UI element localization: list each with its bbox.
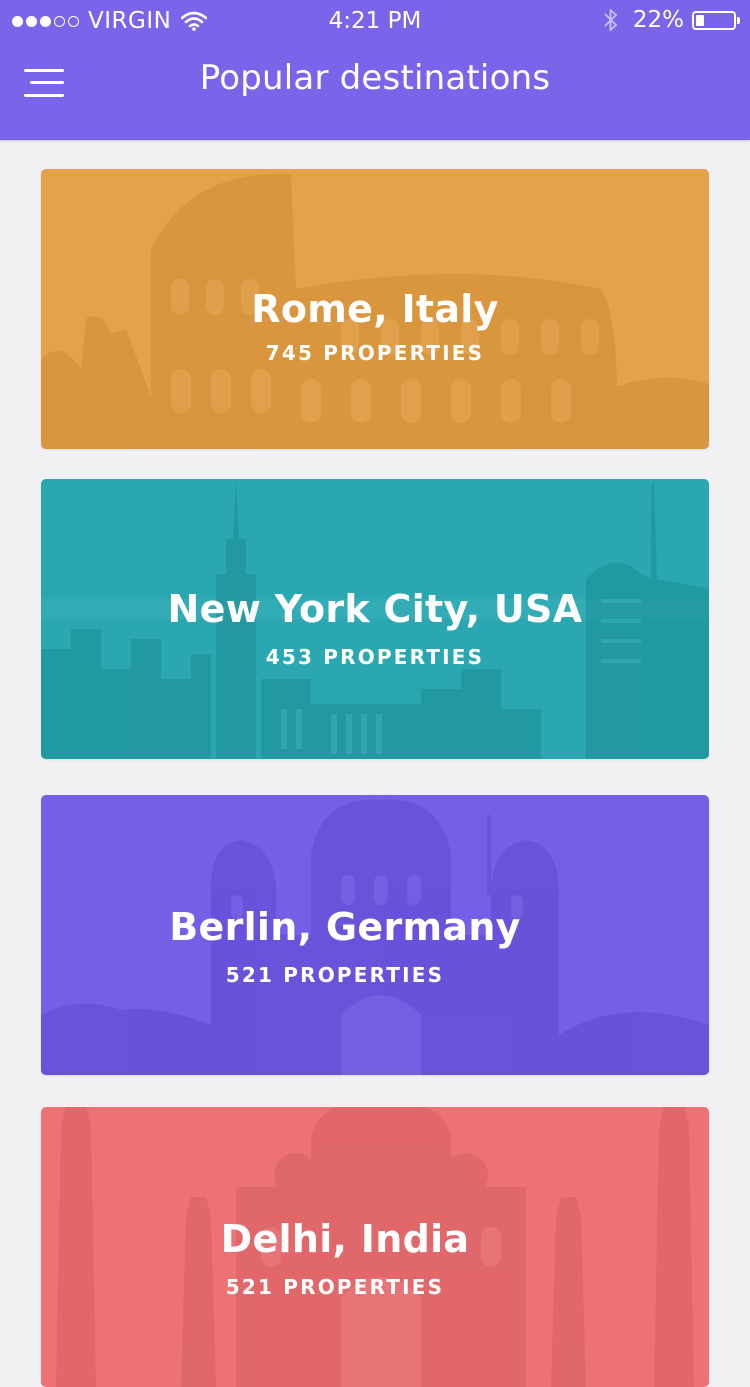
battery-level (696, 14, 704, 26)
destination-name: New York City, USA (167, 587, 583, 631)
destination-card-rome[interactable]: Rome, Italy 745 PROPERTIES (41, 169, 709, 449)
property-count: 745 PROPERTIES (265, 341, 485, 365)
battery-icon (692, 10, 740, 30)
destination-info: New York City, USA 453 PROPERTIES (41, 587, 709, 669)
destination-card-new-york[interactable]: New York City, USA 453 PROPERTIES (41, 479, 709, 759)
destination-card-delhi[interactable]: Delhi, India 521 PROPERTIES (41, 1107, 709, 1387)
property-count: 521 PROPERTIES (225, 963, 445, 987)
status-bar: VIRGIN 4:21 PM 22% (0, 0, 750, 44)
property-count: 453 PROPERTIES (265, 645, 485, 669)
destination-info: Rome, Italy 745 PROPERTIES (41, 287, 709, 365)
battery-percentage: 22% (632, 7, 684, 33)
app-header: VIRGIN 4:21 PM 22% Popular destinations (0, 0, 750, 140)
page-title: Popular destinations (199, 58, 551, 98)
status-bar-right: 22% (603, 7, 740, 33)
property-count: 521 PROPERTIES (225, 1275, 445, 1299)
bluetooth-icon (604, 9, 617, 31)
destination-info: Delhi, India 521 PROPERTIES (41, 1217, 709, 1299)
destination-info: Berlin, Germany 521 PROPERTIES (41, 905, 709, 987)
destination-card-berlin[interactable]: Berlin, Germany 521 PROPERTIES (41, 795, 709, 1075)
destination-name: Berlin, Germany (169, 905, 521, 949)
destination-name: Rome, Italy (251, 287, 499, 331)
destination-name: Delhi, India (220, 1217, 470, 1261)
